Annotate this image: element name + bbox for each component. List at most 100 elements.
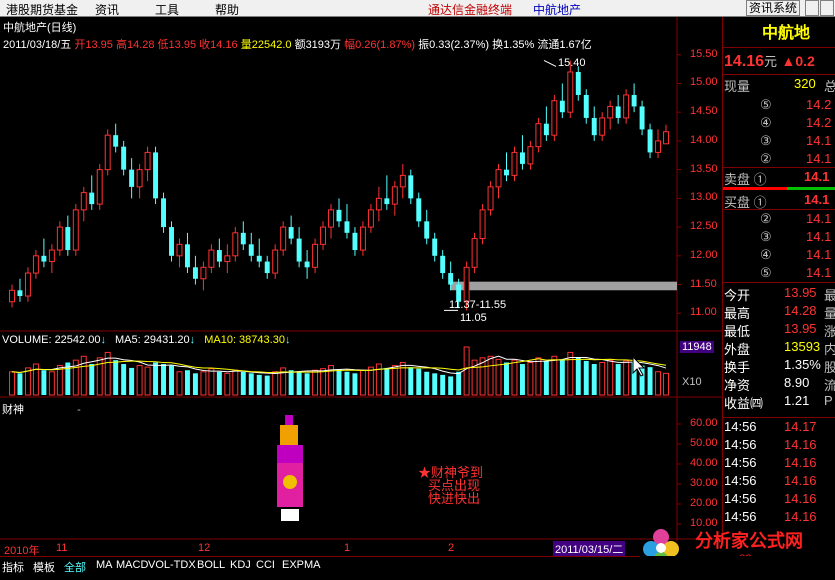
- volume-bar: [384, 367, 390, 395]
- candle-body: [56, 226, 63, 251]
- volume-bar: [551, 355, 558, 396]
- volume-bar: [567, 351, 574, 396]
- candle-body: [129, 169, 135, 187]
- volume-bar: [504, 362, 509, 395]
- tick-row: 14:56 14.16: [724, 509, 817, 524]
- candle-body: [48, 249, 55, 263]
- wealth-figure-head: [280, 425, 298, 445]
- volume-bar: [272, 371, 279, 396]
- tab-all[interactable]: 全部: [64, 559, 86, 575]
- candle-body: [72, 209, 79, 251]
- quote-panel-separator: [722, 417, 835, 418]
- quote-stat-row: 今开 13.95 最: [724, 285, 835, 303]
- candle-body: [65, 227, 71, 251]
- close-button[interactable]: [820, 0, 834, 16]
- candlestick-chart[interactable]: [0, 17, 722, 541]
- candle-body: [375, 197, 382, 211]
- candle-body: [161, 198, 167, 228]
- volume-bar: [169, 365, 174, 395]
- chart-area[interactable]: 中航地产(日线) 2011/03/18/五 开13.95 高14.28 低13.…: [0, 17, 722, 557]
- candle-body: [607, 105, 614, 119]
- wealth-figure-shoulders: [277, 445, 303, 463]
- tab-template[interactable]: 模板: [33, 559, 55, 575]
- candle-body: [288, 227, 294, 239]
- tab-boll[interactable]: BOLL: [197, 559, 225, 571]
- menu-item-tools[interactable]: 工具: [155, 1, 179, 18]
- candle-body: [24, 272, 31, 297]
- timeline-feb: 2: [448, 542, 455, 554]
- timeline-jan: 1: [344, 542, 351, 554]
- app-title: 通达信金融终端: [428, 3, 513, 17]
- candle-body: [121, 146, 127, 170]
- volume-bar: [663, 372, 669, 396]
- candle-body: [224, 255, 231, 263]
- candle-body: [41, 255, 47, 262]
- price-axis-label: 13.50: [690, 162, 718, 175]
- news-system-button[interactable]: 资讯系统: [746, 0, 801, 16]
- volume-bar: [511, 359, 518, 396]
- volume-bar: [256, 374, 262, 395]
- candle-body: [487, 186, 494, 211]
- quote-panel-separator: [722, 282, 835, 283]
- menu-item-help[interactable]: 帮助: [215, 1, 239, 18]
- candle-body: [463, 266, 470, 303]
- candle-body: [304, 261, 310, 268]
- indicator-axis-label: 20.00: [690, 497, 718, 509]
- volume-bar: [304, 373, 310, 395]
- tab-vol-tdx[interactable]: VOL-TDX: [148, 559, 196, 571]
- candle-body: [9, 289, 15, 303]
- volume-bar: [208, 368, 215, 396]
- quote-panel-separator: [722, 74, 835, 75]
- price-axis-label: 14.50: [690, 105, 718, 118]
- candle-body: [424, 221, 430, 239]
- tab-kdj[interactable]: KDJ: [230, 559, 251, 571]
- candle-body: [320, 226, 327, 245]
- volume-bar: [575, 357, 581, 395]
- candle-body: [639, 106, 645, 130]
- candle-body: [312, 243, 319, 268]
- indicator-tab-bar: 指标 模板 全部 MA MACD VOL-TDX BOLL KDJ CCI EX…: [0, 556, 835, 580]
- candle-body: [80, 192, 87, 211]
- candle-body: [32, 255, 39, 274]
- candle-body: [208, 249, 215, 268]
- volume-bar: [240, 371, 246, 395]
- tab-expma[interactable]: EXPMA: [282, 559, 321, 571]
- candle-body: [248, 244, 254, 256]
- volume-bar: [647, 367, 653, 395]
- menu-item-news[interactable]: 资讯: [95, 1, 119, 18]
- candle-body: [17, 290, 23, 297]
- volume-bar: [32, 363, 39, 396]
- volume-bar: [432, 373, 438, 395]
- candle-body: [655, 140, 662, 153]
- tab-ma[interactable]: MA: [96, 559, 113, 571]
- volume-bar: [9, 371, 15, 396]
- timeline-current-date: 2011/03/15/二: [553, 541, 626, 557]
- candle-body: [144, 151, 151, 171]
- volume-bar: [121, 364, 127, 395]
- candle-body: [583, 94, 589, 118]
- quote-panel-separator: [722, 167, 835, 168]
- tick-row: 14:56 14.16: [724, 491, 817, 506]
- candle-body: [96, 169, 103, 205]
- candle-body: [113, 135, 119, 147]
- candle-body: [623, 94, 630, 119]
- volume-bar: [296, 371, 302, 395]
- quote-panel-separator: [722, 47, 835, 48]
- candle-body: [479, 209, 486, 240]
- candle-body: [176, 243, 183, 257]
- volume-bar: [161, 364, 167, 395]
- quote-stat-row: 净资 8.90 流: [724, 375, 835, 393]
- candle-body: [336, 209, 342, 222]
- tab-indicator[interactable]: 指标: [2, 559, 24, 575]
- tab-cci[interactable]: CCI: [256, 559, 275, 571]
- volume-axis-unit: X10: [682, 376, 702, 388]
- volume-bar: [336, 369, 342, 395]
- menu-item-hk-futures[interactable]: 港股期货基金: [6, 1, 78, 18]
- menu-bar: 港股期货基金 资讯 工具 帮助 通达信金融终端 中航地产 资讯系统: [0, 0, 835, 17]
- candle-body: [89, 192, 95, 205]
- tab-macd[interactable]: MACD: [116, 559, 148, 571]
- volume-bar: [176, 371, 183, 396]
- minimize-button[interactable]: [805, 0, 819, 16]
- price-axis-label: 13.00: [690, 191, 718, 204]
- candle-body: [448, 273, 454, 285]
